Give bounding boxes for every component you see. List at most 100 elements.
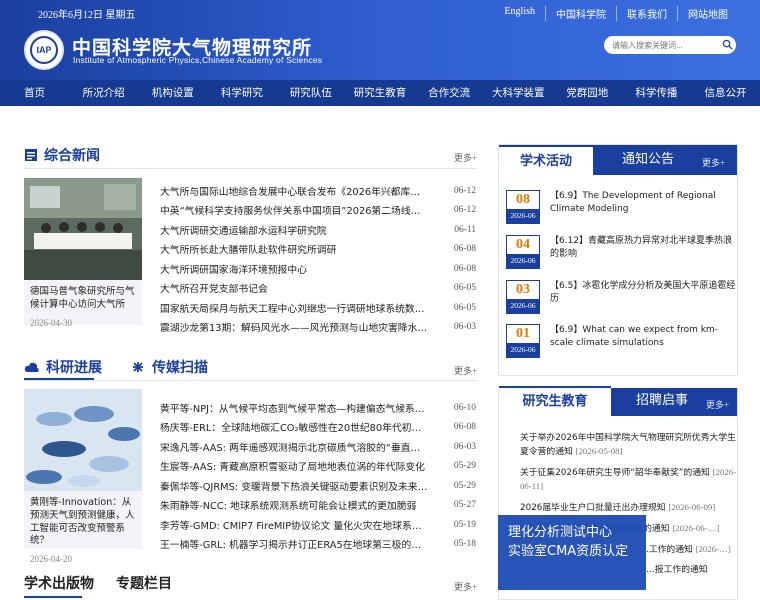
list-item[interactable]: 大气所与国际山地综合发展中心联合发布《2026年兴都库什-喜马… 06-12 [160, 181, 476, 201]
research-item-title: 生宸等-AAS: 青藏高原积雪驱动了局地地表位涡的年代际变化 [160, 462, 425, 474]
cas-link[interactable]: 中国科学院 [545, 6, 616, 21]
publications-tab[interactable]: 学术出版物 [24, 573, 94, 593]
nav-research[interactable]: 科学研究 [207, 80, 276, 106]
list-item[interactable]: 黄平等-NPJ：从气候平均态到气候平常态—构建偏态气候系统研… 06-10 [160, 398, 476, 418]
grad-item-date: [2026-06-…] [672, 523, 720, 533]
news-item-title: 国家航天局探月与航天工程中心刘继忠一行调研地球系统数值模… [160, 303, 428, 315]
activity-date-badge: 08 2026-06 [506, 190, 540, 224]
list-item[interactable]: 朱雨静等-NCC: 地球系统观测系统可能会让模式的更加脆弱 05-27 [160, 496, 476, 516]
research-item-date: 06-10 [453, 402, 476, 413]
tab-academic-activities[interactable]: 学术活动 [499, 145, 593, 177]
cma-certification-banner[interactable]: 理化分析测试中心 实验室CMA资质认定 [498, 515, 646, 590]
tab-notices[interactable]: 通知公告 [612, 145, 684, 175]
contact-link[interactable]: 联系我们 [616, 6, 677, 21]
activity-title: 【6.9】What can we expect from km-scale cl… [550, 325, 718, 348]
site-title-en: Institute of Atmospheric Physics,Chinese… [73, 55, 323, 65]
activity-title: 【6.9】The Development of Regional Climate… [550, 191, 716, 214]
activities-more-link[interactable]: 更多+ [702, 156, 725, 169]
logo-mark: IAP [30, 36, 58, 64]
nav-disclosure[interactable]: 信息公开 [691, 80, 760, 106]
news-item-date: 06-03 [453, 322, 476, 333]
list-item[interactable]: 杨庆等-ERL：全球陆地碳汇CO₂敏感性在20世纪80年代初期快… 06-08 [160, 418, 476, 438]
list-item[interactable]: 秦佩华等-QJRMS: 变暖背景下热浪关键驱动要素识别及未来变化 05-29 [160, 476, 476, 496]
grad-item-title: …工作的通知 [640, 545, 693, 555]
tab-recruitment[interactable]: 招聘启事 [626, 388, 698, 416]
list-item[interactable]: 震湖沙龙第13期：解码风光水——风光预测与山地灾害降水模拟 06-03 [160, 318, 476, 338]
activity-item[interactable]: 04 2026-06 【6.12】青藏高原热力异常对北半球夏季热浪的影响 [506, 235, 738, 269]
banner-line-2: 实验室CMA资质认定 [508, 544, 629, 559]
list-item[interactable]: 王一楠等-GRL: 机器学习揭示并订正ERA5在地球第三极的云底高… 05-18 [160, 535, 476, 555]
search-input[interactable] [604, 36, 736, 54]
research-tab[interactable]: 科研进展 [46, 357, 102, 377]
grad-item-date: [2026-…] [695, 544, 731, 554]
tab-graduate-education[interactable]: 研究生教育 [499, 386, 611, 416]
research-item-date: 05-18 [453, 539, 476, 550]
list-item[interactable]: 2026届毕业生户口批量迁出办理规知 [2026-06-09] [520, 501, 738, 515]
graduate-more-link[interactable]: 更多+ [706, 398, 729, 411]
list-item[interactable]: 关于举办2026年中国科学院大气物理研究所优秀大学生夏令营的通知 [2026-0… [520, 432, 738, 459]
nav-about[interactable]: 所况介绍 [69, 80, 138, 106]
activity-date-badge: 01 2026-06 [506, 324, 540, 358]
sitemap-link[interactable]: 网站地图 [677, 6, 738, 21]
list-item[interactable]: 大气所调研交通运输部水运科学研究院 06-11 [160, 220, 476, 240]
research-item-title: 秦佩华等-QJRMS: 变暖背景下热浪关键驱动要素识别及未来变化 [160, 481, 428, 493]
research-item-date: 05-27 [453, 500, 476, 511]
list-item[interactable]: 关于征集2026年研究生导师“韶华奉献奖”的通知 [2026-06-11] [520, 466, 738, 494]
list-item[interactable]: 生宸等-AAS: 青藏高原积雪驱动了局地地表位涡的年代际变化 05-29 [160, 457, 476, 477]
activity-day: 03 [516, 282, 530, 297]
list-item[interactable]: 大气所所长赴大膳带队赴软件研究所调研 06-08 [160, 240, 476, 260]
activity-title: 【6.5】冰雹化学成分分析及美国大平原追雹经历 [550, 281, 736, 304]
nav-graduate[interactable]: 研究生教育 [345, 80, 414, 106]
topics-tab[interactable]: 专题栏目 [116, 573, 172, 593]
news-icon [25, 149, 37, 161]
nav-outreach[interactable]: 科学传播 [622, 80, 691, 106]
english-link[interactable]: English [494, 6, 545, 21]
news-item-date: 06-08 [453, 244, 476, 255]
nav-organization[interactable]: 机构设置 [138, 80, 207, 106]
nav-home[interactable]: 首页 [0, 80, 69, 106]
activity-item[interactable]: 08 2026-06 【6.9】The Development of Region… [506, 190, 738, 224]
news-title: 综合新闻 [44, 148, 100, 164]
top-bar: 2026年6月12日 星期五 English 中国科学院 联系我们 网站地图 [0, 0, 760, 22]
research-more-link[interactable]: 更多+ [454, 364, 477, 377]
list-item[interactable]: 大气所召开党支部书记会 06-05 [160, 279, 476, 299]
activity-day: 08 [516, 192, 530, 207]
news-item-date: 06-05 [453, 302, 476, 313]
list-item[interactable]: 大气所调研国家海洋环境预报中心 06-08 [160, 259, 476, 279]
nav-party[interactable]: 党群园地 [553, 80, 622, 106]
research-item-date: 06-03 [453, 441, 476, 452]
research-item-title: 王一楠等-GRL: 机器学习揭示并订正ERA5在地球第三极的云底高… [160, 540, 428, 552]
news-item-title: 大气所召开党支部书记会 [160, 284, 268, 296]
news-more-link[interactable]: 更多+ [454, 151, 477, 164]
research-item-title: 杨庆等-ERL：全球陆地碳汇CO₂敏感性在20世纪80年代初期快… [160, 423, 428, 435]
activity-month: 2026-06 [507, 343, 539, 357]
nav-cooperation[interactable]: 合作交流 [415, 80, 484, 106]
news-item-date: 06-05 [453, 283, 476, 294]
activity-month: 2026-06 [507, 209, 539, 223]
news-item-title: 大气所调研交通运输部水运科学研究院 [160, 225, 327, 237]
nav-team[interactable]: 研究队伍 [276, 80, 345, 106]
publications-header: 学术出版物 专题栏目 [24, 573, 172, 593]
publications-tab-underline [24, 596, 82, 598]
media-tab[interactable]: 传媒扫描 [152, 357, 208, 377]
news-item-date: 06-11 [454, 224, 476, 235]
nav-facilities[interactable]: 大科学装置 [484, 80, 553, 106]
search-icon[interactable] [722, 39, 733, 50]
publications-more-link[interactable]: 更多+ [454, 580, 477, 593]
pills-photo [24, 389, 142, 491]
research-photo-caption: 黄刚等-Innovation：从预测天气到预测健康，人工智能可否改变预警系统？ [30, 497, 135, 547]
activity-item[interactable]: 01 2026-06 【6.9】What can we expect from k… [506, 324, 738, 358]
list-item[interactable]: 国家航天局探月与航天工程中心刘继忠一行调研地球系统数值模… 06-05 [160, 298, 476, 318]
list-item[interactable]: 李芳等-GMD: CMIP7 FireMIP协议论文 量化火灾在地球系统中的… 0… [160, 515, 476, 535]
news-item-title: 大气所所长赴大膳带队赴软件研究所调研 [160, 245, 337, 257]
news-photo-card[interactable]: 德国马普气象研究所与气候计算中心访问大气所 2026-04-30 [24, 178, 142, 328]
news-item-date: 06-08 [453, 263, 476, 274]
research-photo [24, 389, 142, 491]
activity-day: 04 [516, 237, 530, 252]
institute-logo[interactable]: IAP [24, 30, 64, 70]
research-photo-card[interactable]: 黄刚等-Innovation：从预测天气到预测健康，人工智能可否改变预警系统？ … [24, 389, 142, 564]
news-photo-date: 2026-04-30 [30, 317, 72, 328]
activity-item[interactable]: 03 2026-06 【6.5】冰雹化学成分分析及美国大平原追雹经历 [506, 280, 738, 314]
list-item[interactable]: 宋逸凡等-AAS: 两年遥感观测揭示北京碳质气溶胶的“垂直密码” 06-03 [160, 437, 476, 457]
list-item[interactable]: 中英“气候科学支持服务伙伴关系中国项目”2026第二场线上研讨… 06-12 [160, 201, 476, 221]
